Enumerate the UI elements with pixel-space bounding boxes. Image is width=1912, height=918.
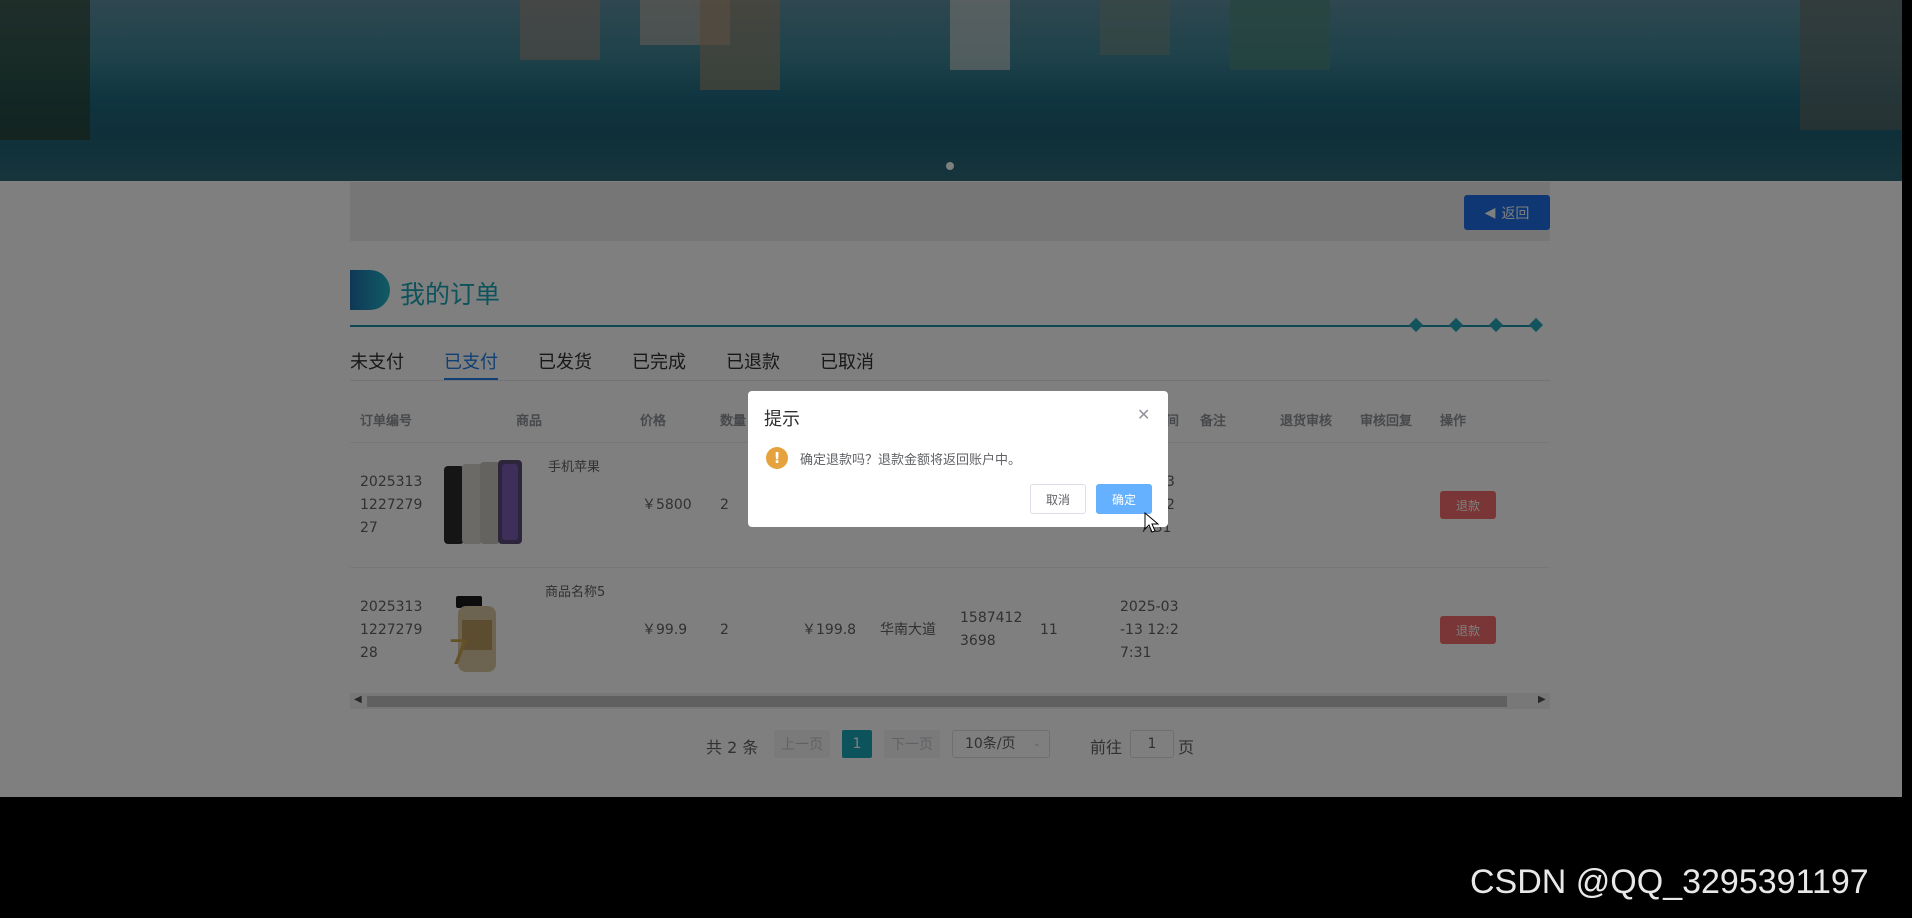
confirm-dialog: 提示 ✕ ! 确定退款吗？退款金额将返回账户中。 取消 确定	[748, 391, 1168, 527]
watermark: CSDN @QQ_3295391197	[1470, 863, 1869, 901]
close-icon[interactable]: ✕	[1137, 405, 1150, 424]
cancel-button[interactable]: 取消	[1030, 484, 1086, 514]
warning-icon: !	[766, 447, 788, 469]
dialog-title: 提示	[764, 409, 800, 430]
confirm-button[interactable]: 确定	[1096, 484, 1152, 514]
dialog-message: 确定退款吗？退款金额将返回账户中。	[800, 453, 1022, 468]
mouse-cursor-icon	[1144, 512, 1160, 533]
